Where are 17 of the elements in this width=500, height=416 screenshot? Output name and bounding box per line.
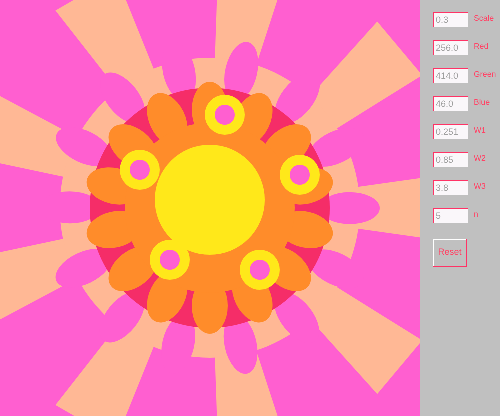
parameter-field[interactable]: 46.0 (433, 96, 468, 110)
reset-button[interactable]: Reset (433, 239, 467, 267)
parameter-field[interactable]: 256.0 (433, 40, 468, 54)
parameter-label: W1 (474, 125, 486, 137)
parameter-field[interactable]: 414.0 (433, 68, 468, 82)
parameter-label: W3 (474, 181, 486, 193)
parameter-label: Blue (474, 97, 490, 109)
parameter-field[interactable]: 0.3 (433, 12, 468, 26)
parameter-field[interactable]: 0.85 (433, 152, 468, 166)
parameter-field[interactable]: 0.251 (433, 124, 468, 138)
parameter-field[interactable]: 5 (433, 208, 468, 222)
parameter-label: Green (474, 69, 496, 81)
parameter-label: Red (474, 41, 489, 53)
parameter-label: Scale (474, 13, 494, 25)
parameter-label: n (474, 209, 478, 221)
parameter-label: W2 (474, 153, 486, 165)
parameter-field[interactable]: 3.8 (433, 180, 468, 194)
